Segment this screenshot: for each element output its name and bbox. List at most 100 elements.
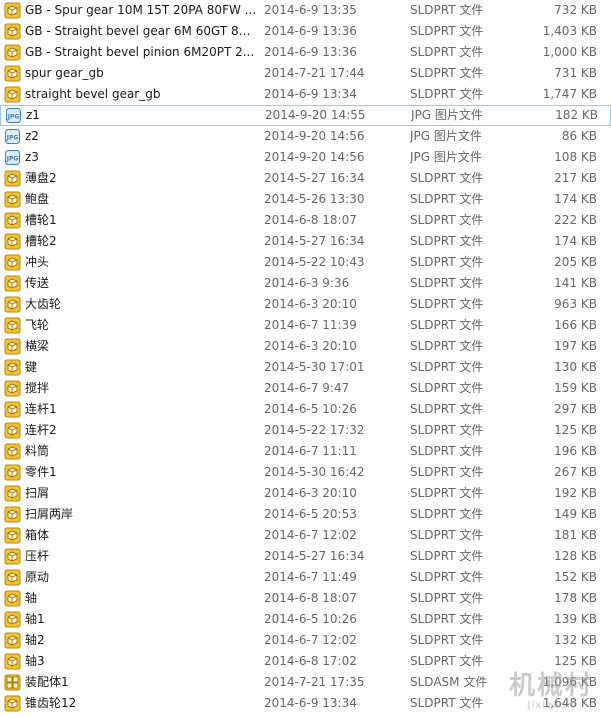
sldprt-icon: [4, 212, 21, 229]
file-row[interactable]: 料筒 2014-6-7 11:11 SLDPRT 文件 196 KB: [0, 441, 611, 462]
file-row[interactable]: 冲头 2014-5-22 10:43 SLDPRT 文件 205 KB: [0, 252, 611, 273]
file-size: 205 KB: [554, 255, 597, 269]
file-date-modified: 2014-6-8 17:02: [264, 654, 357, 668]
sldprt-icon: [4, 485, 21, 502]
file-row[interactable]: spur gear_gb 2014-7-21 17:44 SLDPRT 文件 731 …: [0, 63, 611, 84]
file-size: 132 KB: [554, 633, 597, 647]
file-name: 连杆2: [25, 423, 57, 437]
file-row[interactable]: 原动 2014-6-7 11:49 SLDPRT 文件 152 KB: [0, 567, 611, 588]
sldprt-icon: [4, 275, 21, 292]
file-date-modified: 2014-6-3 20:10: [264, 339, 357, 353]
file-name: 轴1: [25, 612, 45, 626]
file-date-modified: 2014-6-3 20:10: [264, 486, 357, 500]
sldprt-icon: [4, 653, 21, 670]
file-date-modified: 2014-5-22 17:32: [264, 423, 365, 437]
file-row[interactable]: JPG z2 2014-9-20 14:56 JPG 图片文件 86 KB: [0, 126, 611, 147]
svg-text:JPG: JPG: [6, 156, 19, 163]
file-row[interactable]: 零件1 2014-5-30 16:42 SLDPRT 文件 267 KB: [0, 462, 611, 483]
sldprt-icon: [4, 191, 21, 208]
file-row[interactable]: JPG z1 2014-9-20 14:55 JPG 图片文件 182 KB: [0, 105, 611, 126]
file-size: 128 KB: [554, 549, 597, 563]
file-size: 192 KB: [554, 486, 597, 500]
file-name: spur gear_gb: [25, 66, 104, 80]
file-row[interactable]: straight bevel gear_gb 2014-6-9 13:34 SLDP…: [0, 84, 611, 105]
file-name: 零件1: [25, 465, 57, 479]
sldprt-icon: [4, 401, 21, 418]
file-row[interactable]: 压杆 2014-5-27 16:34 SLDPRT 文件 128 KB: [0, 546, 611, 567]
file-date-modified: 2014-6-9 13:35: [264, 3, 357, 17]
svg-text:JPG: JPG: [6, 135, 19, 142]
sldprt-icon: [4, 443, 21, 460]
file-row[interactable]: 轴3 2014-6-8 17:02 SLDPRT 文件 125 KB: [0, 651, 611, 672]
file-name: 压杆: [25, 549, 50, 563]
file-row[interactable]: 横梁 2014-6-3 20:10 SLDPRT 文件 197 KB: [0, 336, 611, 357]
file-size: 1,000 KB: [542, 45, 597, 59]
file-name: 传送: [25, 276, 50, 290]
file-list: GB - Spur gear 10M 15T 20PA 80FW ... 2014…: [0, 0, 611, 714]
sldprt-icon: [4, 611, 21, 628]
file-name: 飞轮: [25, 318, 50, 332]
file-row[interactable]: 轴 2014-6-8 18:07 SLDPRT 文件 178 KB: [0, 588, 611, 609]
file-name: GB - Straight bevel pinion 6M20PT 2...: [25, 45, 255, 59]
file-row[interactable]: 搅拌 2014-6-7 9:47 SLDPRT 文件 159 KB: [0, 378, 611, 399]
file-row[interactable]: 扫屑 2014-6-3 20:10 SLDPRT 文件 192 KB: [0, 483, 611, 504]
file-size: 1,648 KB: [542, 696, 597, 710]
file-row[interactable]: GB - Straight bevel gear 6M 60GT 80... 20…: [0, 21, 611, 42]
file-size: 174 KB: [554, 192, 597, 206]
file-date-modified: 2014-6-3 20:10: [264, 297, 357, 311]
file-row[interactable]: 扫屑两岸 2014-6-5 20:53 SLDPRT 文件 149 KB: [0, 504, 611, 525]
file-row[interactable]: GB - Straight bevel pinion 6M20PT 2... 20…: [0, 42, 611, 63]
sldprt-icon: [4, 2, 21, 19]
file-name: 轴: [25, 591, 38, 605]
sldprt-icon: [4, 569, 21, 586]
file-name: 轴2: [25, 633, 45, 647]
file-date-modified: 2014-9-20 14:55: [265, 108, 366, 122]
file-name: 锥齿轮12: [25, 696, 77, 710]
file-date-modified: 2014-9-20 14:56: [264, 150, 365, 164]
file-row[interactable]: 锥齿轮12 2014-6-9 13:34 SLDPRT 文件 1,648 KB: [0, 693, 611, 714]
file-date-modified: 2014-6-3 9:36: [264, 276, 350, 290]
file-name: 扫屑: [25, 486, 50, 500]
file-row[interactable]: 薄盘2 2014-5-27 16:34 SLDPRT 文件 217 KB: [0, 168, 611, 189]
file-date-modified: 2014-9-20 14:56: [264, 129, 365, 143]
file-date-modified: 2014-5-30 17:01: [264, 360, 365, 374]
file-date-modified: 2014-6-9 13:34: [264, 87, 357, 101]
file-date-modified: 2014-5-26 13:30: [264, 192, 365, 206]
file-date-modified: 2014-6-7 11:11: [264, 444, 357, 458]
file-date-modified: 2014-6-8 18:07: [264, 591, 357, 605]
file-date-modified: 2014-5-27 16:34: [264, 549, 365, 563]
file-size: 222 KB: [554, 213, 597, 227]
file-row[interactable]: 传送 2014-6-3 9:36 SLDPRT 文件 141 KB: [0, 273, 611, 294]
file-date-modified: 2014-6-5 10:26: [264, 402, 357, 416]
sldprt-icon: [4, 170, 21, 187]
file-date-modified: 2014-5-30 16:42: [264, 465, 365, 479]
file-date-modified: 2014-6-9 13:34: [264, 696, 357, 710]
file-row[interactable]: 装配体1 2014-7-21 17:35 SLDASM 文件 1,096 KB: [0, 672, 611, 693]
file-size: 1,403 KB: [542, 24, 597, 38]
file-row[interactable]: 轴1 2014-6-5 10:26 SLDPRT 文件 139 KB: [0, 609, 611, 630]
file-size: 174 KB: [554, 234, 597, 248]
sldprt-icon: [4, 590, 21, 607]
sldprt-icon: [4, 548, 21, 565]
file-size: 732 KB: [554, 3, 597, 17]
sldprt-icon: [4, 380, 21, 397]
file-row[interactable]: 飞轮 2014-6-7 11:39 SLDPRT 文件 166 KB: [0, 315, 611, 336]
file-row[interactable]: 连杆1 2014-6-5 10:26 SLDPRT 文件 297 KB: [0, 399, 611, 420]
file-row[interactable]: 槽轮1 2014-6-8 18:07 SLDPRT 文件 222 KB: [0, 210, 611, 231]
file-row[interactable]: GB - Spur gear 10M 15T 20PA 80FW ... 2014…: [0, 0, 611, 21]
file-row[interactable]: JPG z3 2014-9-20 14:56 JPG 图片文件 108 KB: [0, 147, 611, 168]
file-name: GB - Straight bevel gear 6M 60GT 80...: [25, 24, 257, 38]
file-name: 料筒: [25, 444, 50, 458]
file-row[interactable]: 键 2014-5-30 17:01 SLDPRT 文件 130 KB: [0, 357, 611, 378]
file-size: 217 KB: [554, 171, 597, 185]
sldprt-icon: [4, 86, 21, 103]
file-row[interactable]: 轴2 2014-6-7 12:02 SLDPRT 文件 132 KB: [0, 630, 611, 651]
file-row[interactable]: 大齿轮 2014-6-3 20:10 SLDPRT 文件 963 KB: [0, 294, 611, 315]
svg-text:JPG: JPG: [7, 114, 20, 121]
file-row[interactable]: 槽轮2 2014-5-27 16:34 SLDPRT 文件 174 KB: [0, 231, 611, 252]
file-name: 横梁: [25, 339, 50, 353]
file-row[interactable]: 鲍盘 2014-5-26 13:30 SLDPRT 文件 174 KB: [0, 189, 611, 210]
file-row[interactable]: 连杆2 2014-5-22 17:32 SLDPRT 文件 125 KB: [0, 420, 611, 441]
file-row[interactable]: 箱体 2014-6-7 12:02 SLDPRT 文件 181 KB: [0, 525, 611, 546]
sldprt-icon: [4, 317, 21, 334]
